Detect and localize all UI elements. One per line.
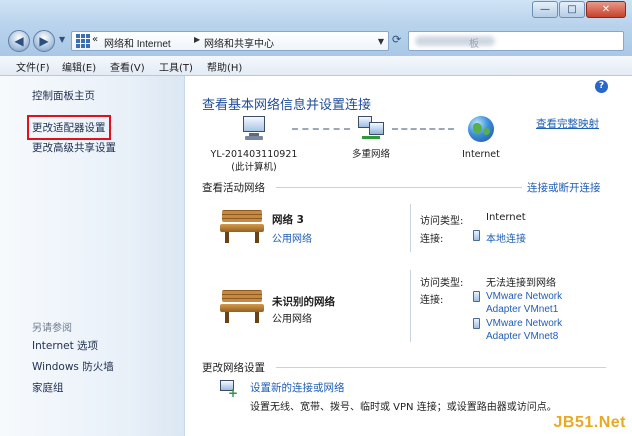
setup-new-connection-link[interactable]: 设置新的连接或网络 xyxy=(250,380,345,395)
adapter-icon xyxy=(473,291,480,302)
menu-help[interactable]: 帮助(H) xyxy=(207,59,242,74)
search-placeholder-blurred xyxy=(415,36,495,46)
network-3-access-value: Internet xyxy=(486,212,526,223)
public-network-bench-icon xyxy=(220,290,264,324)
active-networks-heading: 查看活动网络 xyxy=(202,182,265,194)
section-divider xyxy=(276,187,522,188)
new-connection-icon: + xyxy=(220,380,238,400)
navigation-row: ◀ ▶ ▼ « 网络和 Internet ▶ 网络和共享中心 ▼ ⟳ 板 xyxy=(8,30,624,52)
forward-button[interactable]: ▶ xyxy=(33,30,55,52)
network-3-connections-label: 连接: xyxy=(420,234,444,245)
multiple-networks-label: 多重网络 xyxy=(351,149,390,160)
menu-bar: 文件(F) 编辑(E) 查看(V) 工具(T) 帮助(H) xyxy=(0,56,632,76)
map-connector-2 xyxy=(392,128,454,130)
breadcrumb-network-internet[interactable]: 网络和 Internet xyxy=(104,35,171,50)
setup-new-connection-description: 设置无线、宽带、拨号、临时或 VPN 连接；或设置路由器或访问点。 xyxy=(250,402,557,413)
help-icon[interactable]: ? xyxy=(595,80,608,93)
maximize-button[interactable]: □ xyxy=(559,1,585,18)
adapter-icon xyxy=(473,318,480,329)
computer-icon xyxy=(239,116,269,142)
map-node-multiple-networks[interactable]: 多重网络 xyxy=(336,116,406,161)
network-3-access-label: 访问类型: xyxy=(420,216,464,227)
internet-label: Internet xyxy=(462,149,500,160)
network-3-name: 网络 3 xyxy=(272,214,304,226)
main-content: ? 查看基本网络信息并设置连接 查看完整映射 YL-201403110921 (… xyxy=(186,76,632,436)
menu-file[interactable]: 文件(F) xyxy=(16,59,50,74)
network-3-divider xyxy=(410,204,411,252)
left-task-pane: 控制面板主页 更改适配器设置 更改高级共享设置 另请参阅 Internet 选项… xyxy=(0,76,185,436)
menu-tools[interactable]: 工具(T) xyxy=(159,59,193,74)
public-network-bench-icon xyxy=(220,210,264,244)
section-divider xyxy=(276,367,606,368)
unidentified-connections-label: 连接: xyxy=(420,295,444,306)
address-bar[interactable]: « 网络和 Internet ▶ 网络和共享中心 ▼ xyxy=(71,31,389,51)
unidentified-network-name: 未识别的网络 xyxy=(272,296,335,308)
window-titlebar: — □ ✕ ◀ ▶ ▼ « 网络和 Internet ▶ 网络和共享中心 ▼ ⟳… xyxy=(0,0,632,56)
page-title: 查看基本网络信息并设置连接 xyxy=(202,98,372,113)
map-node-computer[interactable]: YL-201403110921 (此计算机) xyxy=(204,116,304,174)
vmnet1-link-line1[interactable]: VMware Network xyxy=(486,291,562,302)
menu-view[interactable]: 查看(V) xyxy=(110,59,145,74)
connect-disconnect-link[interactable]: 连接或断开连接 xyxy=(527,180,601,195)
window-controls: — □ ✕ xyxy=(531,1,626,18)
refresh-icon[interactable]: ⟳ xyxy=(392,33,401,46)
unidentified-network-type: 公用网络 xyxy=(272,314,312,325)
see-also-heading: 另请参阅 xyxy=(32,323,72,334)
see-full-map-link[interactable]: 查看完整映射 xyxy=(536,116,599,131)
local-connection-link[interactable]: 本地连接 xyxy=(486,230,526,245)
breadcrumb-network-sharing-center[interactable]: 网络和共享中心 xyxy=(204,35,274,50)
search-text: 板 xyxy=(469,39,479,50)
close-button[interactable]: ✕ xyxy=(586,1,626,18)
computer-caption: (此计算机) xyxy=(231,162,277,173)
unidentified-access-value: 无法连接到网络 xyxy=(486,278,556,289)
breadcrumb-overflow[interactable]: « xyxy=(92,34,98,45)
address-dropdown-icon[interactable]: ▼ xyxy=(378,37,384,46)
recent-pages-dropdown-icon[interactable]: ▼ xyxy=(59,35,65,44)
menu-edit[interactable]: 编辑(E) xyxy=(62,59,96,74)
minimize-button[interactable]: — xyxy=(532,1,558,18)
control-panel-icon xyxy=(76,34,90,48)
back-button[interactable]: ◀ xyxy=(8,30,30,52)
change-settings-heading: 更改网络设置 xyxy=(202,362,265,374)
vmnet8-link-line2[interactable]: Adapter VMnet8 xyxy=(486,331,558,342)
homegroup-link[interactable]: 家庭组 xyxy=(32,380,64,395)
computer-name: YL-201403110921 xyxy=(210,149,298,160)
breadcrumb-separator-icon[interactable]: ▶ xyxy=(194,35,200,44)
site-watermark: JB51.Net xyxy=(553,414,626,431)
unidentified-access-label: 访问类型: xyxy=(420,278,464,289)
multiple-networks-icon xyxy=(356,116,386,142)
adapter-icon xyxy=(473,230,480,241)
change-advanced-sharing-link[interactable]: 更改高级共享设置 xyxy=(32,140,116,155)
internet-options-link[interactable]: Internet 选项 xyxy=(32,338,98,353)
search-input[interactable]: 板 xyxy=(408,31,624,51)
network-3-type-link[interactable]: 公用网络 xyxy=(272,230,312,245)
vmnet8-link-line1[interactable]: VMware Network xyxy=(486,318,562,329)
globe-icon xyxy=(468,116,494,142)
windows-firewall-link[interactable]: Windows 防火墙 xyxy=(32,359,114,374)
unidentified-network-divider xyxy=(410,270,411,342)
change-adapter-settings-link[interactable]: 更改适配器设置 xyxy=(27,115,111,140)
control-panel-home-link[interactable]: 控制面板主页 xyxy=(32,88,95,103)
vmnet1-link-line2[interactable]: Adapter VMnet1 xyxy=(486,304,558,315)
map-node-internet[interactable]: Internet xyxy=(446,116,516,161)
